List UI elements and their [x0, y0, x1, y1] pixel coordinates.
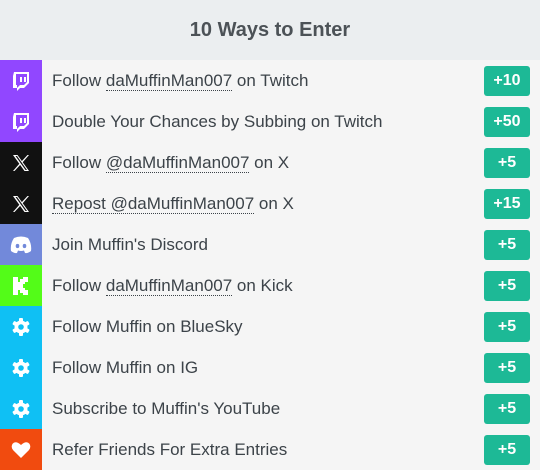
gear-icon — [0, 388, 42, 429]
entry-row-instagram[interactable]: Follow Muffin on IG +5 — [0, 347, 540, 388]
entry-row-x-follow[interactable]: Follow @daMuffinMan007 on X +5 — [0, 142, 540, 183]
entry-label: Follow daMuffinMan007 on Twitch — [52, 70, 309, 91]
entry-row-bluesky[interactable]: Follow Muffin on BlueSky +5 — [0, 306, 540, 347]
entry-label-text: Follow — [52, 152, 106, 172]
entry-label-text: Refer Friends For Extra Entries — [52, 439, 288, 459]
entry-repost-link[interactable]: Repost @daMuffinMan007 — [52, 193, 255, 214]
gear-icon — [0, 306, 42, 347]
entry-methods-list: Follow daMuffinMan007 on Twitch +10 Doub… — [0, 60, 540, 470]
entry-label: Follow Muffin on IG — [52, 358, 198, 378]
entry-label: Double Your Chances by Subbing on Twitch — [52, 112, 382, 132]
points-badge: +5 — [484, 271, 530, 301]
entry-label: Repost @daMuffinMan007 on X — [52, 193, 294, 214]
entry-row-twitch-sub[interactable]: Double Your Chances by Subbing on Twitch… — [0, 101, 540, 142]
x-icon — [0, 142, 42, 183]
entry-username-link[interactable]: daMuffinMan007 — [105, 70, 233, 91]
entry-label-suffix: on X — [254, 193, 294, 213]
twitch-icon — [0, 101, 42, 142]
entry-label: Join Muffin's Discord — [52, 235, 208, 255]
entry-label: Follow daMuffinMan007 on Kick — [52, 275, 293, 296]
entry-username-link[interactable]: @daMuffinMan007 — [105, 152, 250, 173]
points-badge: +5 — [484, 148, 530, 178]
points-badge: +5 — [484, 353, 530, 383]
gear-icon — [0, 347, 42, 388]
points-badge: +50 — [484, 107, 530, 137]
entry-row-twitch-follow[interactable]: Follow daMuffinMan007 on Twitch +10 — [0, 60, 540, 101]
entry-label: Follow Muffin on BlueSky — [52, 317, 243, 337]
entry-label-text: Follow Muffin on IG — [52, 357, 199, 377]
entry-row-refer-friends[interactable]: Refer Friends For Extra Entries +5 — [0, 429, 540, 470]
entry-label-text: Double Your Chances by Subbing on Twitch — [52, 111, 383, 131]
points-badge: +10 — [484, 66, 530, 96]
entry-row-x-repost[interactable]: Repost @daMuffinMan007 on X +15 — [0, 183, 540, 224]
entry-label-suffix: on Kick — [232, 275, 293, 295]
entry-methods-header: 10 Ways to Enter — [0, 0, 540, 60]
entry-label-suffix: on X — [249, 152, 290, 172]
points-badge: +5 — [484, 394, 530, 424]
x-icon — [0, 183, 42, 224]
points-badge: +5 — [484, 435, 530, 465]
points-badge: +5 — [484, 230, 530, 260]
entry-label: Refer Friends For Extra Entries — [52, 440, 287, 460]
heart-icon — [0, 429, 42, 470]
discord-icon — [0, 224, 42, 265]
entry-label-text: Follow — [52, 275, 106, 295]
points-badge: +15 — [484, 189, 530, 219]
entry-label-suffix: on Twitch — [232, 70, 309, 90]
entry-username-link[interactable]: daMuffinMan007 — [105, 275, 233, 296]
entry-row-kick[interactable]: Follow daMuffinMan007 on Kick +5 — [0, 265, 540, 306]
entry-label-text: Follow — [52, 70, 106, 90]
entry-label: Follow @daMuffinMan007 on X — [52, 152, 290, 173]
entry-label-text: Follow Muffin on BlueSky — [52, 316, 243, 336]
kick-icon — [0, 265, 42, 306]
points-badge: +5 — [484, 312, 530, 342]
entry-row-youtube[interactable]: Subscribe to Muffin's YouTube +5 — [0, 388, 540, 429]
entry-label-text: Subscribe to Muffin's YouTube — [52, 398, 281, 418]
entry-label: Subscribe to Muffin's YouTube — [52, 399, 280, 419]
entry-label-text: Join Muffin's Discord — [52, 234, 208, 254]
header-title: 10 Ways to Enter — [189, 18, 351, 41]
entry-row-discord[interactable]: Join Muffin's Discord +5 — [0, 224, 540, 265]
twitch-icon — [0, 60, 42, 101]
